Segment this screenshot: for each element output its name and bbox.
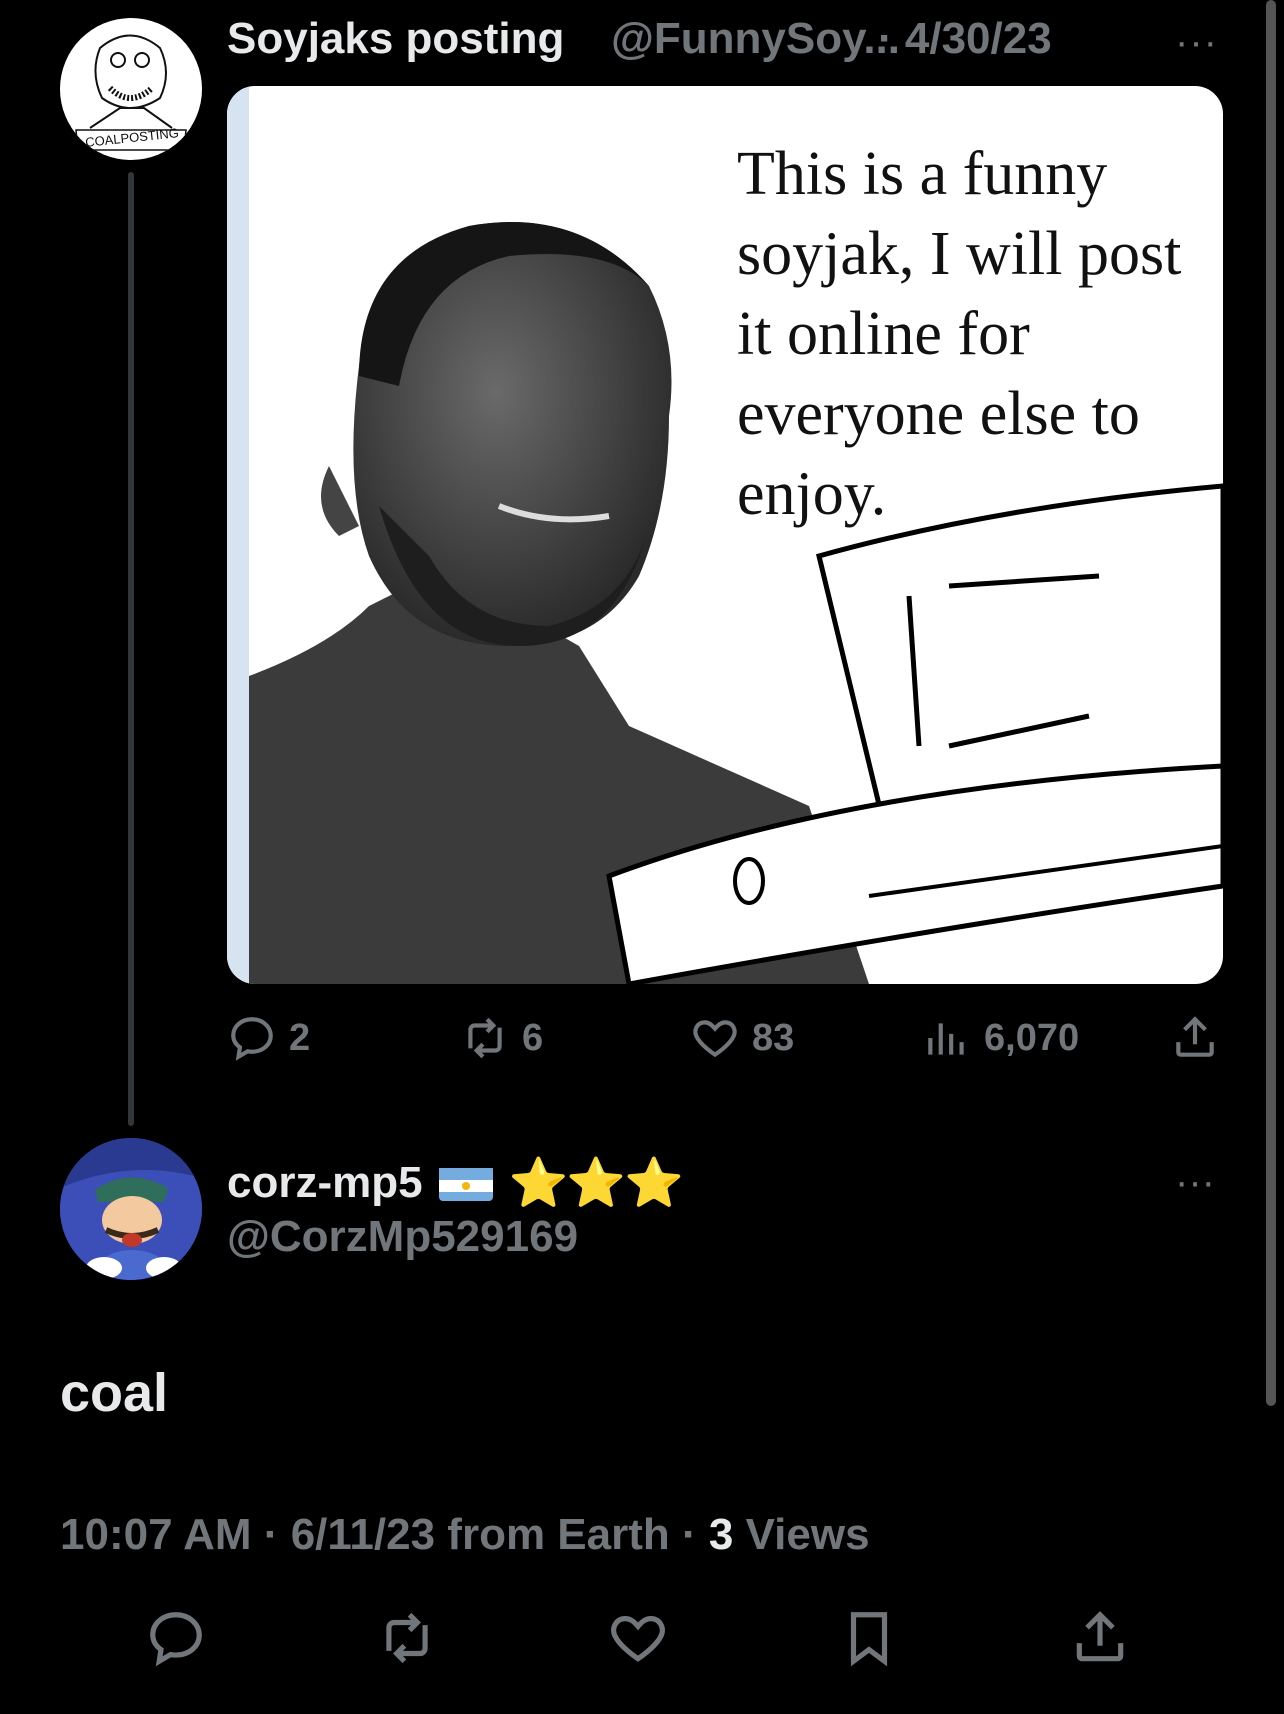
luigi-character-icon xyxy=(60,1138,202,1280)
bottom-repost-button[interactable] xyxy=(376,1607,438,1674)
repost-count: 6 xyxy=(522,1016,544,1059)
parent-display-name[interactable]: Soyjaks posting xyxy=(227,14,564,64)
corz-avatar[interactable] xyxy=(60,1138,202,1280)
reply-time: 10:07 AM xyxy=(60,1510,252,1559)
share-icon xyxy=(1076,1611,1124,1662)
bottom-reply-button[interactable] xyxy=(145,1607,207,1674)
thread-line xyxy=(128,172,134,1126)
views-action[interactable]: 6,070 xyxy=(922,1010,1079,1066)
reply-count: 2 xyxy=(289,1016,311,1059)
parent-handle[interactable]: @FunnySoy... xyxy=(611,14,900,64)
tweet-media-image[interactable]: This is a funny soyjak, I will post it o… xyxy=(227,86,1223,984)
reply-views-count: 3 xyxy=(708,1510,734,1559)
heart-icon xyxy=(611,1616,665,1662)
star-emojis: ⭐⭐⭐ xyxy=(508,1157,684,1210)
media-caption-text: This is a funny soyjak, I will post it o… xyxy=(737,140,1182,528)
parent-more-icon[interactable]: ··· xyxy=(1175,20,1218,65)
reply-meta: 10:07 AM · 6/11/23 from Earth · 3 Views xyxy=(60,1510,870,1559)
reply-action[interactable]: 2 xyxy=(227,1010,310,1066)
bookmark-icon xyxy=(850,1612,888,1667)
reply-more-icon[interactable]: ··· xyxy=(1175,1160,1215,1205)
reply-display-name[interactable]: corz-mp5 xyxy=(227,1158,423,1208)
share-icon xyxy=(1176,1016,1214,1057)
media-edge-strip xyxy=(227,86,249,984)
reply-handle[interactable]: @CorzMp529169 xyxy=(227,1212,578,1262)
reply-views-label[interactable]: Views xyxy=(746,1510,870,1559)
reply-icon xyxy=(150,1612,202,1667)
views-chart-icon xyxy=(928,1023,964,1055)
reply-date: 6/11/23 xyxy=(290,1510,436,1559)
like-action[interactable]: 83 xyxy=(690,1010,794,1066)
parent-date[interactable]: · 4/30/23 xyxy=(878,14,1052,64)
reply-body-text: coal xyxy=(60,1363,169,1423)
reply-icon xyxy=(231,1017,273,1061)
share-action[interactable] xyxy=(1170,1010,1232,1066)
reply-source: from Earth xyxy=(447,1510,670,1559)
repost-icon xyxy=(386,1612,428,1664)
scrollbar[interactable] xyxy=(1266,0,1276,1406)
bottom-like-button[interactable] xyxy=(607,1607,669,1674)
repost-icon xyxy=(468,1017,502,1059)
bottom-share-button[interactable] xyxy=(1069,1607,1131,1674)
repost-action[interactable]: 6 xyxy=(460,1010,543,1066)
bottom-bookmark-button[interactable] xyxy=(838,1607,900,1674)
views-count: 6,070 xyxy=(984,1016,1080,1059)
heart-icon xyxy=(693,1020,737,1058)
soyjaks-avatar[interactable]: COALPOSTING xyxy=(60,18,202,160)
argentina-flag-icon xyxy=(438,1165,493,1201)
reply-author-row[interactable]: corz-mp5 ⭐⭐⭐ xyxy=(227,1154,684,1211)
like-count: 83 xyxy=(752,1016,795,1059)
